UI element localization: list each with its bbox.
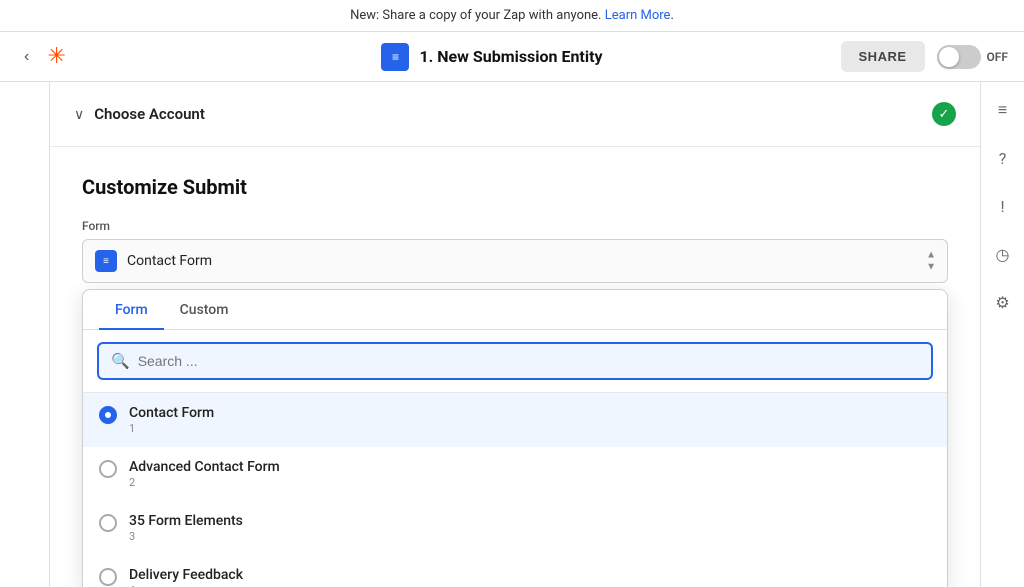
header-center: ≡ 1. New Submission Entity [136,43,848,71]
toggle-label: OFF [987,50,1008,64]
tab-custom[interactable]: Custom [164,290,245,330]
search-input[interactable] [138,353,919,369]
form-select-wrapper: ≡ Contact Form ▲ ▼ [82,239,948,283]
choose-account-chevron[interactable]: ∨ [74,106,84,123]
toggle-container: OFF [937,45,1008,69]
info-icon[interactable]: ! [987,190,1019,222]
form-select-icon: ≡ [95,250,117,272]
list-item[interactable]: 35 Form Elements 3 [83,501,947,555]
option-text-2: Advanced Contact Form 2 [129,459,931,489]
list-item[interactable]: Contact Form 1 [83,393,947,447]
share-button[interactable]: SHARE [841,41,925,72]
dropdown-panel: Form Custom 🔍 [82,289,948,587]
option-text-4: Delivery Feedback 4 [129,567,931,587]
choose-account-section: ∨ Choose Account ✓ [50,82,980,147]
check-circle: ✓ [932,102,956,126]
radio-button-4[interactable] [99,568,117,586]
menu-icon[interactable]: ≡ [987,94,1019,126]
list-item[interactable]: Advanced Contact Form 2 [83,447,947,501]
learn-more-link[interactable]: Learn More [605,8,671,23]
toggle-knob [939,47,959,67]
tabs-row: Form Custom [83,290,947,330]
form-field-label: Form [82,219,948,233]
header-right: SHARE OFF [848,41,1008,72]
choose-account-label: Choose Account [94,105,205,123]
help-circle-icon[interactable]: ? [987,142,1019,174]
notification-bar: New: Share a copy of your Zap with anyon… [0,0,1024,32]
content-area: ∨ Choose Account ✓ Customize Submit Form… [50,82,980,587]
back-button[interactable]: ‹ [16,44,37,70]
right-sidebar: ≡ ? ! ◷ ⚙ [980,82,1024,587]
form-select[interactable]: ≡ Contact Form [82,239,948,283]
header: ‹ ✳ ≡ 1. New Submission Entity SHARE OFF [0,32,1024,82]
radio-button-2[interactable] [99,460,117,478]
main-layout: ∨ Choose Account ✓ Customize Submit Form… [0,82,1024,587]
list-item[interactable]: Delivery Feedback 4 [83,555,947,587]
choose-account-left: ∨ Choose Account [74,105,205,123]
tab-form[interactable]: Form [99,290,164,330]
form-select-value: Contact Form [127,253,212,269]
options-list: Contact Form 1 Advanced Contact Form 2 [83,393,947,587]
step-icon: ≡ [381,43,409,71]
zapier-logo: ✳ [47,44,65,69]
customize-section: Customize Submit Form ≡ Contact Form ▲ ▼… [50,147,980,587]
search-input-row: 🔍 [97,342,933,380]
option-text-3: 35 Form Elements 3 [129,513,931,543]
toggle-switch[interactable] [937,45,981,69]
header-left: ‹ ✳ [16,44,136,70]
header-title: 1. New Submission Entity [419,47,602,66]
option-text-1: Contact Form 1 [129,405,931,435]
search-wrapper: 🔍 [83,330,947,393]
notification-text: New: Share a copy of your Zap with anyon… [350,8,601,23]
customize-title: Customize Submit [82,175,948,199]
radio-button-1[interactable] [99,406,117,424]
left-nav [0,82,50,587]
gear-icon[interactable]: ⚙ [987,286,1019,318]
radio-button-3[interactable] [99,514,117,532]
clock-icon[interactable]: ◷ [987,238,1019,270]
search-icon: 🔍 [111,352,130,370]
select-arrows: ▲ ▼ [926,250,936,273]
